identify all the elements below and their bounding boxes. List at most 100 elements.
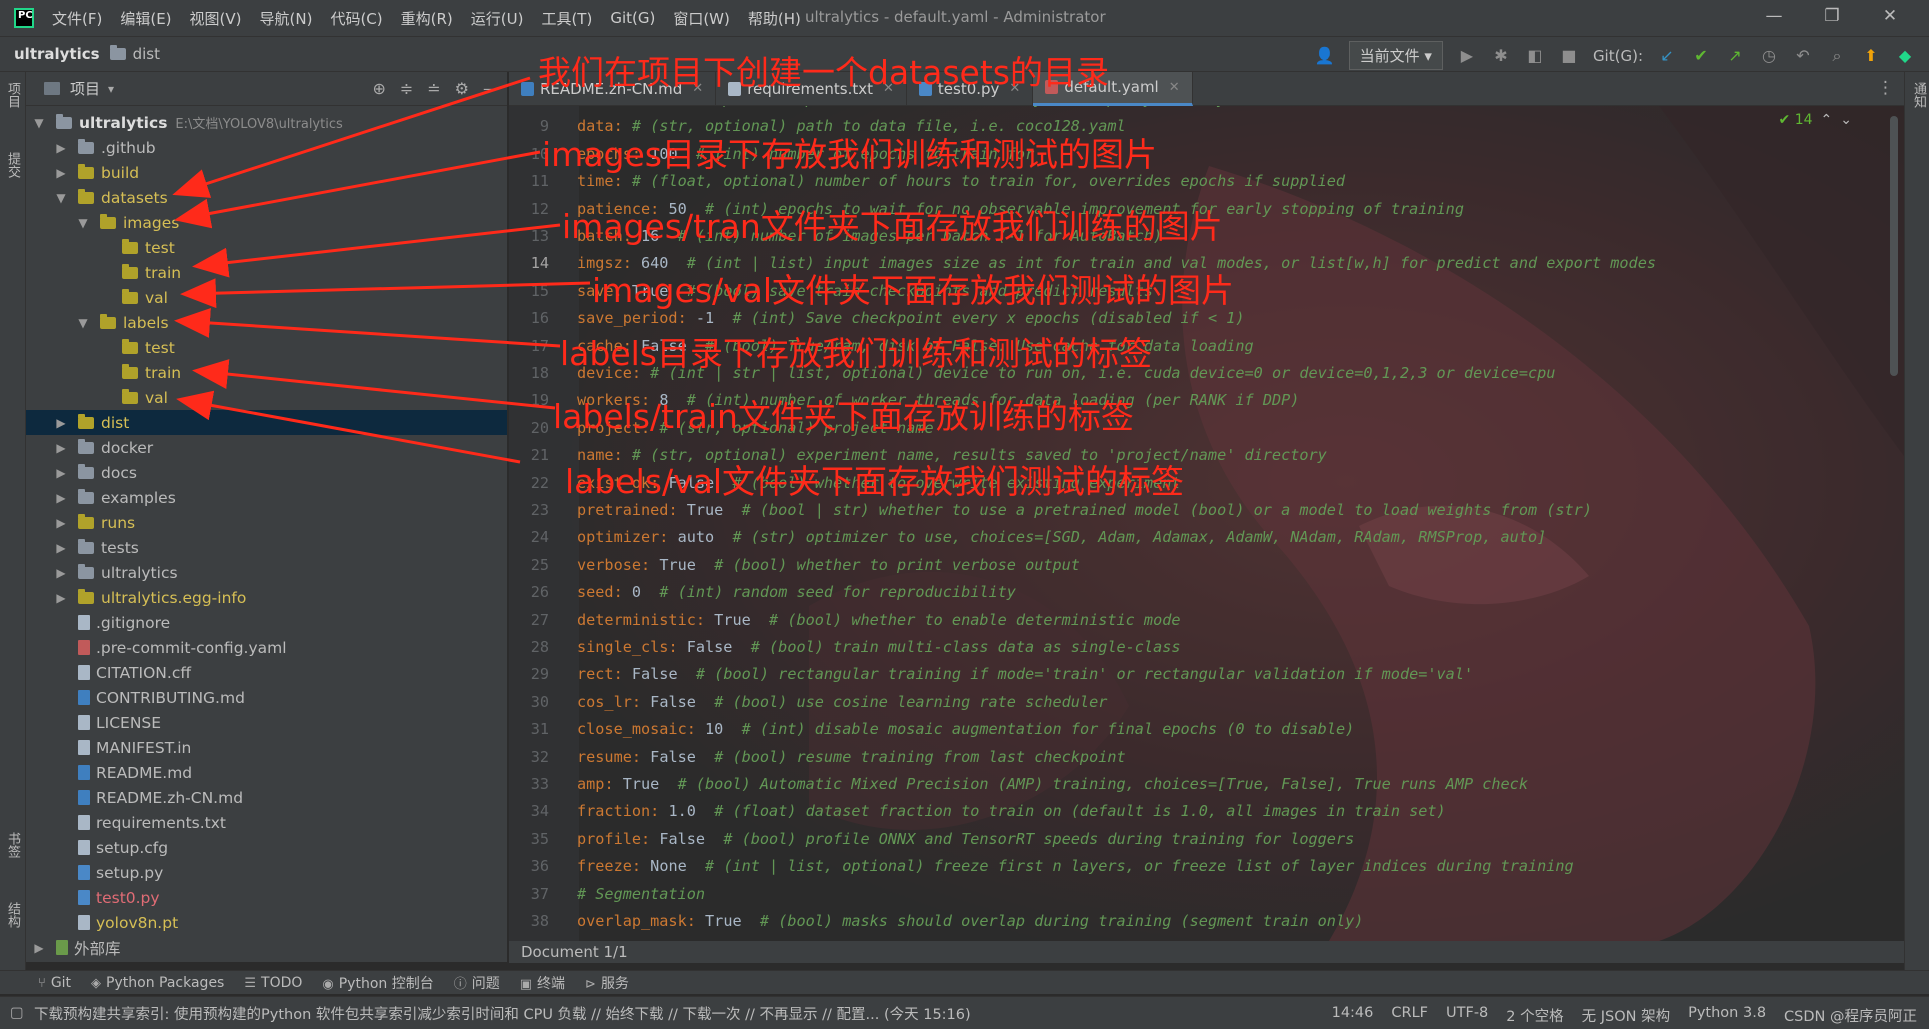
code-line[interactable]: 19 workers: 8 # (int) number of worker th… bbox=[509, 387, 1300, 414]
debug-icon[interactable]: ✱ bbox=[1491, 46, 1511, 66]
menu-navigate[interactable]: 导航(N) bbox=[260, 8, 313, 29]
tree-file-item[interactable]: ▶ 外部库 bbox=[26, 935, 507, 960]
tree-folder-item[interactable]: ▶ docker bbox=[26, 435, 507, 460]
code-line[interactable]: 33 amp: True # (bool) Automatic Mixed Pre… bbox=[509, 771, 1528, 798]
code-line[interactable]: 25 verbose: True # (bool) whether to prin… bbox=[509, 552, 1080, 579]
tree-folder-item[interactable]: ▶ ultralytics.egg-info bbox=[26, 585, 507, 610]
menu-edit[interactable]: 编辑(E) bbox=[120, 8, 171, 29]
tree-folder-item[interactable]: test bbox=[26, 235, 507, 260]
code-line[interactable]: 38 overlap_mask: True # (bool) masks shou… bbox=[509, 908, 1364, 935]
stop-icon[interactable]: ■ bbox=[1559, 46, 1579, 66]
tree-file-item[interactable]: LICENSE bbox=[26, 710, 507, 735]
tree-file-item[interactable]: setup.py bbox=[26, 860, 507, 885]
minimize-icon[interactable]: — bbox=[1762, 6, 1786, 30]
code-line[interactable]: 23 pretrained: True # (bool | str) whethe… bbox=[509, 497, 1592, 524]
git-tool-tab[interactable]: ⑂ Git bbox=[38, 975, 71, 991]
code-line[interactable]: 27 deterministic: True # (bool) whether t… bbox=[509, 607, 1181, 634]
search-icon[interactable]: ⌕ bbox=[1827, 46, 1847, 66]
chevron-right-icon[interactable]: ▶ bbox=[54, 141, 68, 155]
code-line[interactable]: 35 profile: False # (bool) profile ONNX a… bbox=[509, 826, 1355, 853]
tree-folder-item[interactable]: ▼ images bbox=[26, 210, 507, 235]
code-line[interactable]: 17 cache: False # (bool) True/ram, disk o… bbox=[509, 333, 1254, 360]
tree-file-item[interactable]: CITATION.cff bbox=[26, 660, 507, 685]
chevron-up-icon[interactable]: ⌃ bbox=[1821, 112, 1833, 128]
code-line[interactable]: 30 cos_lr: False # (bool) use cosine lear… bbox=[509, 689, 1108, 716]
expand-all-icon[interactable]: ≑ bbox=[400, 79, 413, 98]
locate-icon[interactable]: ⊕ bbox=[372, 79, 385, 98]
editor-tab[interactable]: default.yaml ✕ bbox=[1033, 71, 1193, 106]
status-toggle-icon[interactable]: ▢ bbox=[10, 1005, 24, 1021]
menu-git[interactable]: Git(G) bbox=[610, 9, 655, 27]
tab-options-icon[interactable]: ⋮ bbox=[1877, 78, 1894, 98]
code-line[interactable]: 31 close_mosaic: 10 # (int) disable mosai… bbox=[509, 716, 1355, 743]
services-tool-tab[interactable]: ⊳ 服务 bbox=[585, 973, 629, 993]
chevron-down-icon[interactable]: ▼ bbox=[54, 191, 68, 205]
coverage-icon[interactable]: ◧ bbox=[1525, 46, 1545, 66]
todo-tool-tab[interactable]: ☰ TODO bbox=[244, 975, 302, 991]
code-line[interactable]: 10 epochs: 100 # (int) number of epochs t… bbox=[509, 141, 1035, 168]
git-commit-icon[interactable]: ✔ bbox=[1691, 46, 1711, 66]
code-line[interactable]: 36 freeze: None # (int | list, optional) … bbox=[509, 853, 1574, 880]
chevron-right-icon[interactable]: ▶ bbox=[54, 416, 68, 430]
tree-folder-item[interactable]: ▶ docs bbox=[26, 460, 507, 485]
project-tool-tab[interactable]: 项目 bbox=[3, 82, 22, 108]
code-line[interactable]: 15 save: True # (bool) save train checkpo… bbox=[509, 278, 1153, 305]
menu-run[interactable]: 运行(U) bbox=[471, 8, 524, 29]
code-line[interactable]: 8 model: # (str, optional) path to model … bbox=[509, 106, 1254, 113]
tree-file-item[interactable]: README.zh-CN.md bbox=[26, 785, 507, 810]
tree-file-item[interactable]: 临时文件和控制台 bbox=[26, 960, 507, 962]
chevron-down-icon[interactable]: ⌄ bbox=[1840, 112, 1852, 128]
tree-file-item[interactable]: MANIFEST.in bbox=[26, 735, 507, 760]
code-line[interactable]: 34 fraction: 1.0 # (float) dataset fracti… bbox=[509, 798, 1446, 825]
code-line[interactable]: 14 imgsz: 640 # (int | list) input images… bbox=[509, 250, 1656, 277]
git-push-icon[interactable]: ↗ bbox=[1725, 46, 1745, 66]
chevron-right-icon[interactable]: ▶ bbox=[54, 466, 68, 480]
menu-window[interactable]: 窗口(W) bbox=[673, 8, 730, 29]
chevron-right-icon[interactable]: ▶ bbox=[54, 541, 68, 555]
editor-tab[interactable]: test0.py ✕ bbox=[907, 71, 1034, 106]
tree-folder-item[interactable]: train bbox=[26, 360, 507, 385]
chevron-right-icon[interactable]: ▶ bbox=[54, 566, 68, 580]
tree-folder-item[interactable]: train bbox=[26, 260, 507, 285]
inspection-widget[interactable]: ✔ 14 ⌃ ⌄ bbox=[1779, 112, 1852, 128]
tree-folder-item[interactable]: val bbox=[26, 285, 507, 310]
tree-folder-item[interactable]: ▶ .github bbox=[26, 135, 507, 160]
breadcrumb-project[interactable]: ultralytics bbox=[14, 45, 100, 63]
python-packages-tool-tab[interactable]: ◈ Python Packages bbox=[91, 975, 224, 991]
project-panel-title[interactable]: 项目 bbox=[70, 78, 100, 99]
tree-folder-item[interactable]: ▶ runs bbox=[26, 510, 507, 535]
menu-code[interactable]: 代码(C) bbox=[330, 8, 382, 29]
code-line[interactable]: 18 device: # (int | str | list, optional)… bbox=[509, 360, 1556, 387]
code-line[interactable]: 12 patience: 50 # (int) epochs to wait fo… bbox=[509, 196, 1464, 223]
breadcrumb-folder[interactable]: dist bbox=[133, 45, 160, 63]
plugin-icon[interactable]: ◆ bbox=[1895, 46, 1915, 66]
close-icon[interactable]: ✕ bbox=[1878, 6, 1902, 30]
chevron-down-icon[interactable]: ▾ bbox=[108, 82, 114, 96]
chevron-right-icon[interactable]: ▶ bbox=[54, 441, 68, 455]
caret-position[interactable]: 14:46 bbox=[1332, 1005, 1374, 1026]
code-line[interactable]: 13 batch: 16 # (int) number of images per… bbox=[509, 223, 1163, 250]
user-icon[interactable]: 👤 bbox=[1315, 46, 1335, 66]
code-line[interactable]: 21 name: # (str, optional) experiment nam… bbox=[509, 442, 1327, 469]
update-icon[interactable]: ⬆ bbox=[1861, 46, 1881, 66]
problems-tool-tab[interactable]: ⓘ 问题 bbox=[454, 973, 500, 993]
code-line[interactable]: 28 single_cls: False # (bool) train multi… bbox=[509, 634, 1181, 661]
chevron-right-icon[interactable]: ▶ bbox=[32, 941, 46, 955]
git-update-icon[interactable]: ↙ bbox=[1657, 46, 1677, 66]
tree-file-item[interactable]: yolov8n.pt bbox=[26, 910, 507, 935]
code-line[interactable]: 22 exist_ok: False # (bool) whether to ov… bbox=[509, 470, 1181, 497]
tree-folder-item[interactable]: ▼ datasets bbox=[26, 185, 507, 210]
tree-folder-item[interactable]: test bbox=[26, 335, 507, 360]
status-message[interactable]: 下载预构建共享索引: 使用预构建的Python 软件包共享索引减少索引时间和 C… bbox=[34, 1003, 971, 1024]
tree-folder-item[interactable]: ▼ labels bbox=[26, 310, 507, 335]
gear-icon[interactable]: ⚙ bbox=[455, 79, 469, 98]
tree-file-item[interactable]: .pre-commit-config.yaml bbox=[26, 635, 507, 660]
tree-file-item[interactable]: requirements.txt bbox=[26, 810, 507, 835]
chevron-right-icon[interactable]: ▶ bbox=[54, 516, 68, 530]
indent-setting[interactable]: 2 个空格 bbox=[1506, 1005, 1563, 1026]
code-line[interactable]: 11 time: # (float, optional) number of ho… bbox=[509, 168, 1345, 195]
chevron-right-icon[interactable]: ▶ bbox=[54, 591, 68, 605]
code-line[interactable]: 24 optimizer: auto # (str) optimizer to u… bbox=[509, 524, 1547, 551]
json-schema[interactable]: 无 JSON 架构 bbox=[1582, 1005, 1670, 1026]
close-tab-icon[interactable]: ✕ bbox=[1169, 80, 1180, 95]
